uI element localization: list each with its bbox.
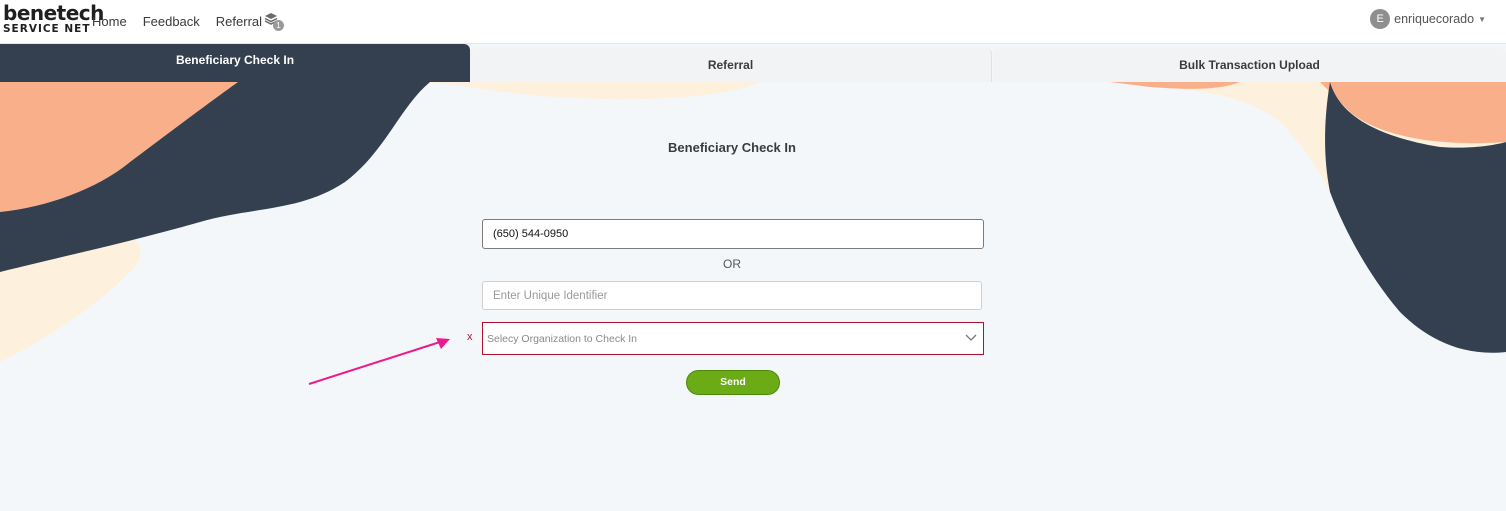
chevron-down-icon bbox=[965, 334, 977, 341]
referral-count-badge: 1 bbox=[273, 20, 285, 31]
tab-beneficiary-check-in[interactable]: Beneficiary Check In bbox=[0, 44, 470, 82]
tab-referral[interactable]: Referral bbox=[470, 48, 992, 82]
nav-referral-link[interactable]: Referral 1 bbox=[215, 12, 285, 31]
annotation-arrow-icon bbox=[308, 338, 450, 385]
avatar: E bbox=[1370, 9, 1391, 29]
logo-sub-text: SERVICE NET bbox=[3, 23, 91, 35]
tab-bulk-transaction-upload[interactable]: Bulk Transaction Upload bbox=[993, 48, 1506, 82]
top-navbar: benetech SERVICE NET Home Feedback Refer… bbox=[0, 0, 1506, 44]
unique-identifier-input[interactable] bbox=[482, 281, 982, 310]
user-menu[interactable]: E enriquecorado ▼ bbox=[1370, 9, 1486, 29]
nav-referral-label: Referral bbox=[215, 13, 263, 29]
organization-select-placeholder: Selecy Organization to Check In bbox=[487, 333, 637, 345]
username: enriquecorado bbox=[1394, 12, 1475, 26]
phone-input[interactable] bbox=[482, 219, 984, 249]
stack-icon: 1 bbox=[264, 12, 285, 31]
organization-select[interactable]: Selecy Organization to Check In bbox=[482, 322, 984, 355]
caret-down-icon: ▼ bbox=[1478, 14, 1486, 24]
nav-links: Home Feedback Referral 1 bbox=[92, 12, 285, 31]
nav-home-link[interactable]: Home bbox=[92, 12, 127, 30]
benetech-logo[interactable]: benetech SERVICE NET bbox=[3, 3, 104, 35]
send-button[interactable]: Send bbox=[686, 370, 780, 395]
tab-bar: Beneficiary Check In Referral Bulk Trans… bbox=[0, 44, 1506, 82]
nav-feedback-link[interactable]: Feedback bbox=[143, 12, 200, 30]
or-divider: OR bbox=[723, 257, 741, 271]
form-title: Beneficiary Check In bbox=[668, 140, 796, 155]
logo-main-text: benetech bbox=[3, 1, 104, 25]
error-marker: x bbox=[467, 331, 473, 343]
